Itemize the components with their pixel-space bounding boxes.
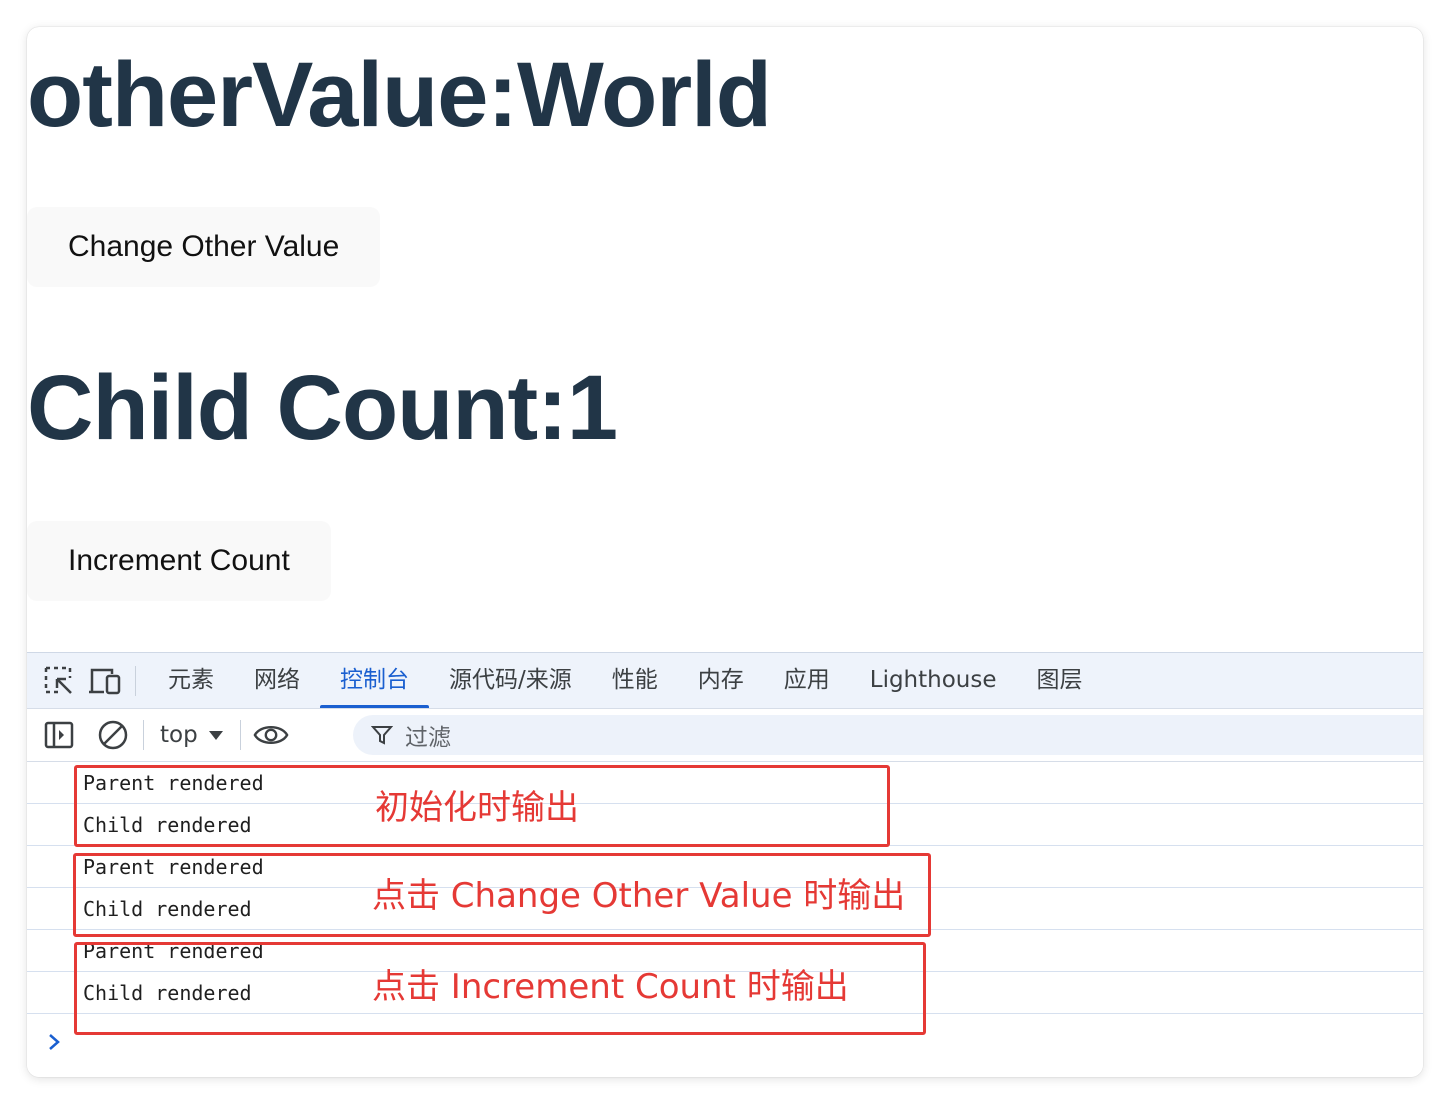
console-toolbar: top 过滤: [27, 709, 1423, 762]
context-label: top: [160, 722, 198, 748]
divider: [135, 665, 136, 696]
console-filter-input[interactable]: 过滤: [353, 715, 1423, 755]
change-other-value-button[interactable]: Change Other Value: [27, 207, 381, 287]
eye-icon[interactable]: [253, 717, 289, 753]
divider: [143, 720, 144, 750]
clear-console-icon[interactable]: [95, 717, 131, 753]
annotation-text-init: 初始化时输出: [375, 788, 579, 828]
tab-memory[interactable]: 内存: [678, 653, 764, 708]
filter-placeholder: 过滤: [405, 725, 451, 751]
tab-elements[interactable]: 元素: [148, 653, 234, 708]
sidebar-toggle-icon[interactable]: [41, 717, 77, 753]
divider: [239, 720, 241, 750]
tab-application[interactable]: 应用: [764, 653, 850, 708]
app-page: otherValue:World Change Other Value Chil…: [27, 27, 1423, 652]
tab-layers[interactable]: 图层: [1017, 653, 1103, 708]
annotation-text-change: 点击 Change Other Value 时输出: [372, 876, 906, 916]
tab-sources[interactable]: 源代码/来源: [429, 653, 592, 708]
annotation-text-increment: 点击 Increment Count 时输出: [372, 967, 849, 1007]
context-selector[interactable]: top: [156, 722, 228, 748]
increment-count-button[interactable]: Increment Count: [27, 521, 331, 601]
browser-window: otherValue:World Change Other Value Chil…: [27, 27, 1423, 1077]
tab-console[interactable]: 控制台: [320, 653, 429, 708]
inspect-element-icon[interactable]: [41, 663, 77, 699]
devtools-tabbar: 元素 网络 控制台 源代码/来源 性能 内存 应用 Lighthouse 图层: [27, 653, 1423, 709]
tab-performance[interactable]: 性能: [592, 653, 678, 708]
console-prompt-icon[interactable]: [47, 1032, 61, 1057]
other-value-heading: otherValue:World: [27, 44, 772, 146]
child-count-heading: Child Count:1: [27, 357, 618, 459]
device-toolbar-icon[interactable]: [87, 663, 123, 699]
tab-network[interactable]: 网络: [234, 653, 320, 708]
filter-icon: [371, 726, 393, 745]
dropdown-arrow-icon: [208, 731, 223, 740]
tab-lighthouse[interactable]: Lighthouse: [850, 653, 1017, 708]
